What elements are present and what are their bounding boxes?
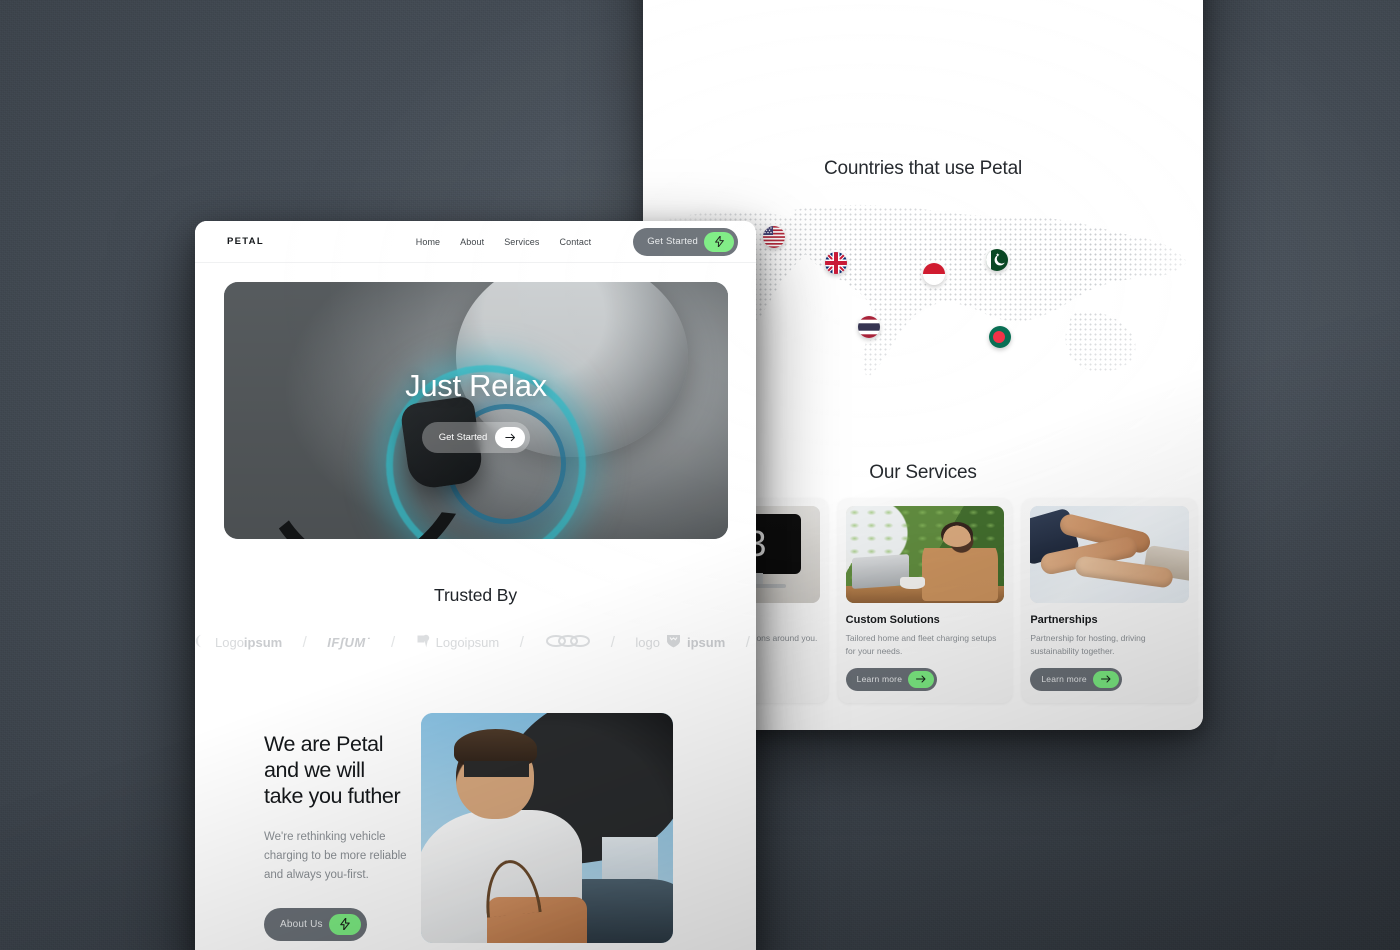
- nav-link-services[interactable]: Services: [504, 237, 539, 247]
- logo-separator: /: [519, 634, 524, 651]
- bolt-icon: [328, 913, 361, 935]
- shield-icon: [666, 634, 681, 651]
- nav-get-started-label: Get Started: [647, 236, 698, 247]
- flag-marker-us[interactable]: [763, 226, 785, 248]
- logo-logoipsum-circle: Logoipsum: [195, 634, 282, 651]
- logo-logoipsum-shield: logo ipsum: [635, 634, 725, 651]
- logo-text-shield-right: ipsum: [686, 635, 726, 650]
- about-body: We're rethinking vehicle charging to be …: [264, 830, 407, 881]
- desktop-background: providing reliable charging solutions. C…: [0, 0, 1400, 950]
- hero-banner: Just Relax Get Started: [224, 282, 728, 539]
- nav-get-started-button[interactable]: Get Started: [633, 227, 738, 256]
- trusted-by-title: Trusted By: [434, 585, 517, 605]
- hero-heading: Just Relax: [405, 368, 547, 403]
- about-section: We are Petal and we will take you futher…: [195, 713, 756, 943]
- nav-links: Home About Services Contact Get Started: [416, 227, 738, 256]
- logo-text-logoipsum-balloon: Logoipsum: [435, 635, 500, 650]
- learn-more-button-custom-solutions[interactable]: Learn more: [845, 667, 938, 691]
- learn-more-label-partnerships: Learn more: [1041, 674, 1087, 684]
- service-body-partnerships: Partnership for hosting, driving sustain…: [1030, 633, 1146, 656]
- logo-ifsum: IFʃUM˙: [327, 635, 370, 650]
- infinity-loops-icon: [544, 632, 591, 653]
- learn-more-label-custom-solutions: Learn more: [856, 674, 903, 684]
- service-thumb-partnerships: [1030, 506, 1190, 603]
- trusted-by-logo-strip: Logoipsum / IFʃUM˙ / Logoipsum / / logo …: [195, 632, 756, 653]
- logo-loops: [544, 632, 591, 653]
- nav-link-contact[interactable]: Contact: [560, 237, 592, 247]
- arrow-right-icon: [1092, 670, 1119, 688]
- service-card-custom-solutions[interactable]: Custom Solutions Tailored home and fleet…: [837, 498, 1013, 703]
- logo-text-ifsum: IFʃUM˙: [327, 635, 371, 650]
- about-text-column: We are Petal and we will take you futher…: [195, 713, 407, 941]
- front-window-content: PETAL Home About Services Contact Get St…: [195, 221, 756, 950]
- bolt-icon: [704, 231, 734, 252]
- about-heading: We are Petal and we will take you futher: [264, 732, 401, 809]
- flag-marker-pk[interactable]: [986, 249, 1008, 271]
- hero-get-started-label: Get Started: [438, 432, 488, 443]
- flag-marker-gb[interactable]: [825, 252, 847, 274]
- service-body-custom-solutions: Tailored home and fleet charging setups …: [845, 633, 997, 656]
- flag-marker-th[interactable]: [858, 316, 880, 338]
- about-photo: [421, 713, 673, 943]
- learn-more-button-partnerships[interactable]: Learn more: [1030, 667, 1122, 691]
- about-us-button[interactable]: About Us: [264, 907, 367, 941]
- logo-separator: /: [391, 634, 396, 651]
- logo-text-logoipsum-circle: Logoipsum: [215, 635, 283, 650]
- pin-icon: [416, 634, 430, 652]
- hero-get-started-button[interactable]: Get Started: [421, 422, 531, 453]
- logo-separator: /: [302, 634, 307, 651]
- nav-link-about[interactable]: About: [460, 237, 484, 247]
- logo-text-shield-left: logo: [635, 635, 660, 650]
- about-us-label: About Us: [280, 918, 323, 930]
- logo-separator: /: [745, 634, 750, 651]
- service-thumb-custom-solutions: [845, 506, 1005, 603]
- brand-name: PETAL: [227, 236, 264, 247]
- flag-marker-bd[interactable]: [989, 326, 1011, 348]
- service-title-custom-solutions: Custom Solutions: [845, 614, 940, 626]
- flag-marker-id[interactable]: [923, 263, 945, 285]
- logo-separator: /: [610, 634, 615, 651]
- half-circle-icon: [195, 634, 209, 651]
- service-card-partnerships[interactable]: Partnerships Partnership for hosting, dr…: [1022, 498, 1198, 703]
- nav-link-home[interactable]: Home: [416, 237, 440, 247]
- petal-x-mark-icon: [211, 236, 222, 249]
- countries-section-title: Countries that use Petal: [824, 158, 1022, 179]
- brand-logo[interactable]: PETAL: [211, 236, 264, 249]
- navbar: PETAL Home About Services Contact Get St…: [195, 221, 756, 263]
- front-browser-window[interactable]: PETAL Home About Services Contact Get St…: [195, 221, 756, 950]
- service-title-partnerships: Partnerships: [1030, 614, 1098, 626]
- arrow-right-icon: [495, 427, 526, 448]
- arrow-right-icon: [908, 670, 935, 688]
- logo-logoipsum-balloon: Logoipsum: [416, 634, 500, 652]
